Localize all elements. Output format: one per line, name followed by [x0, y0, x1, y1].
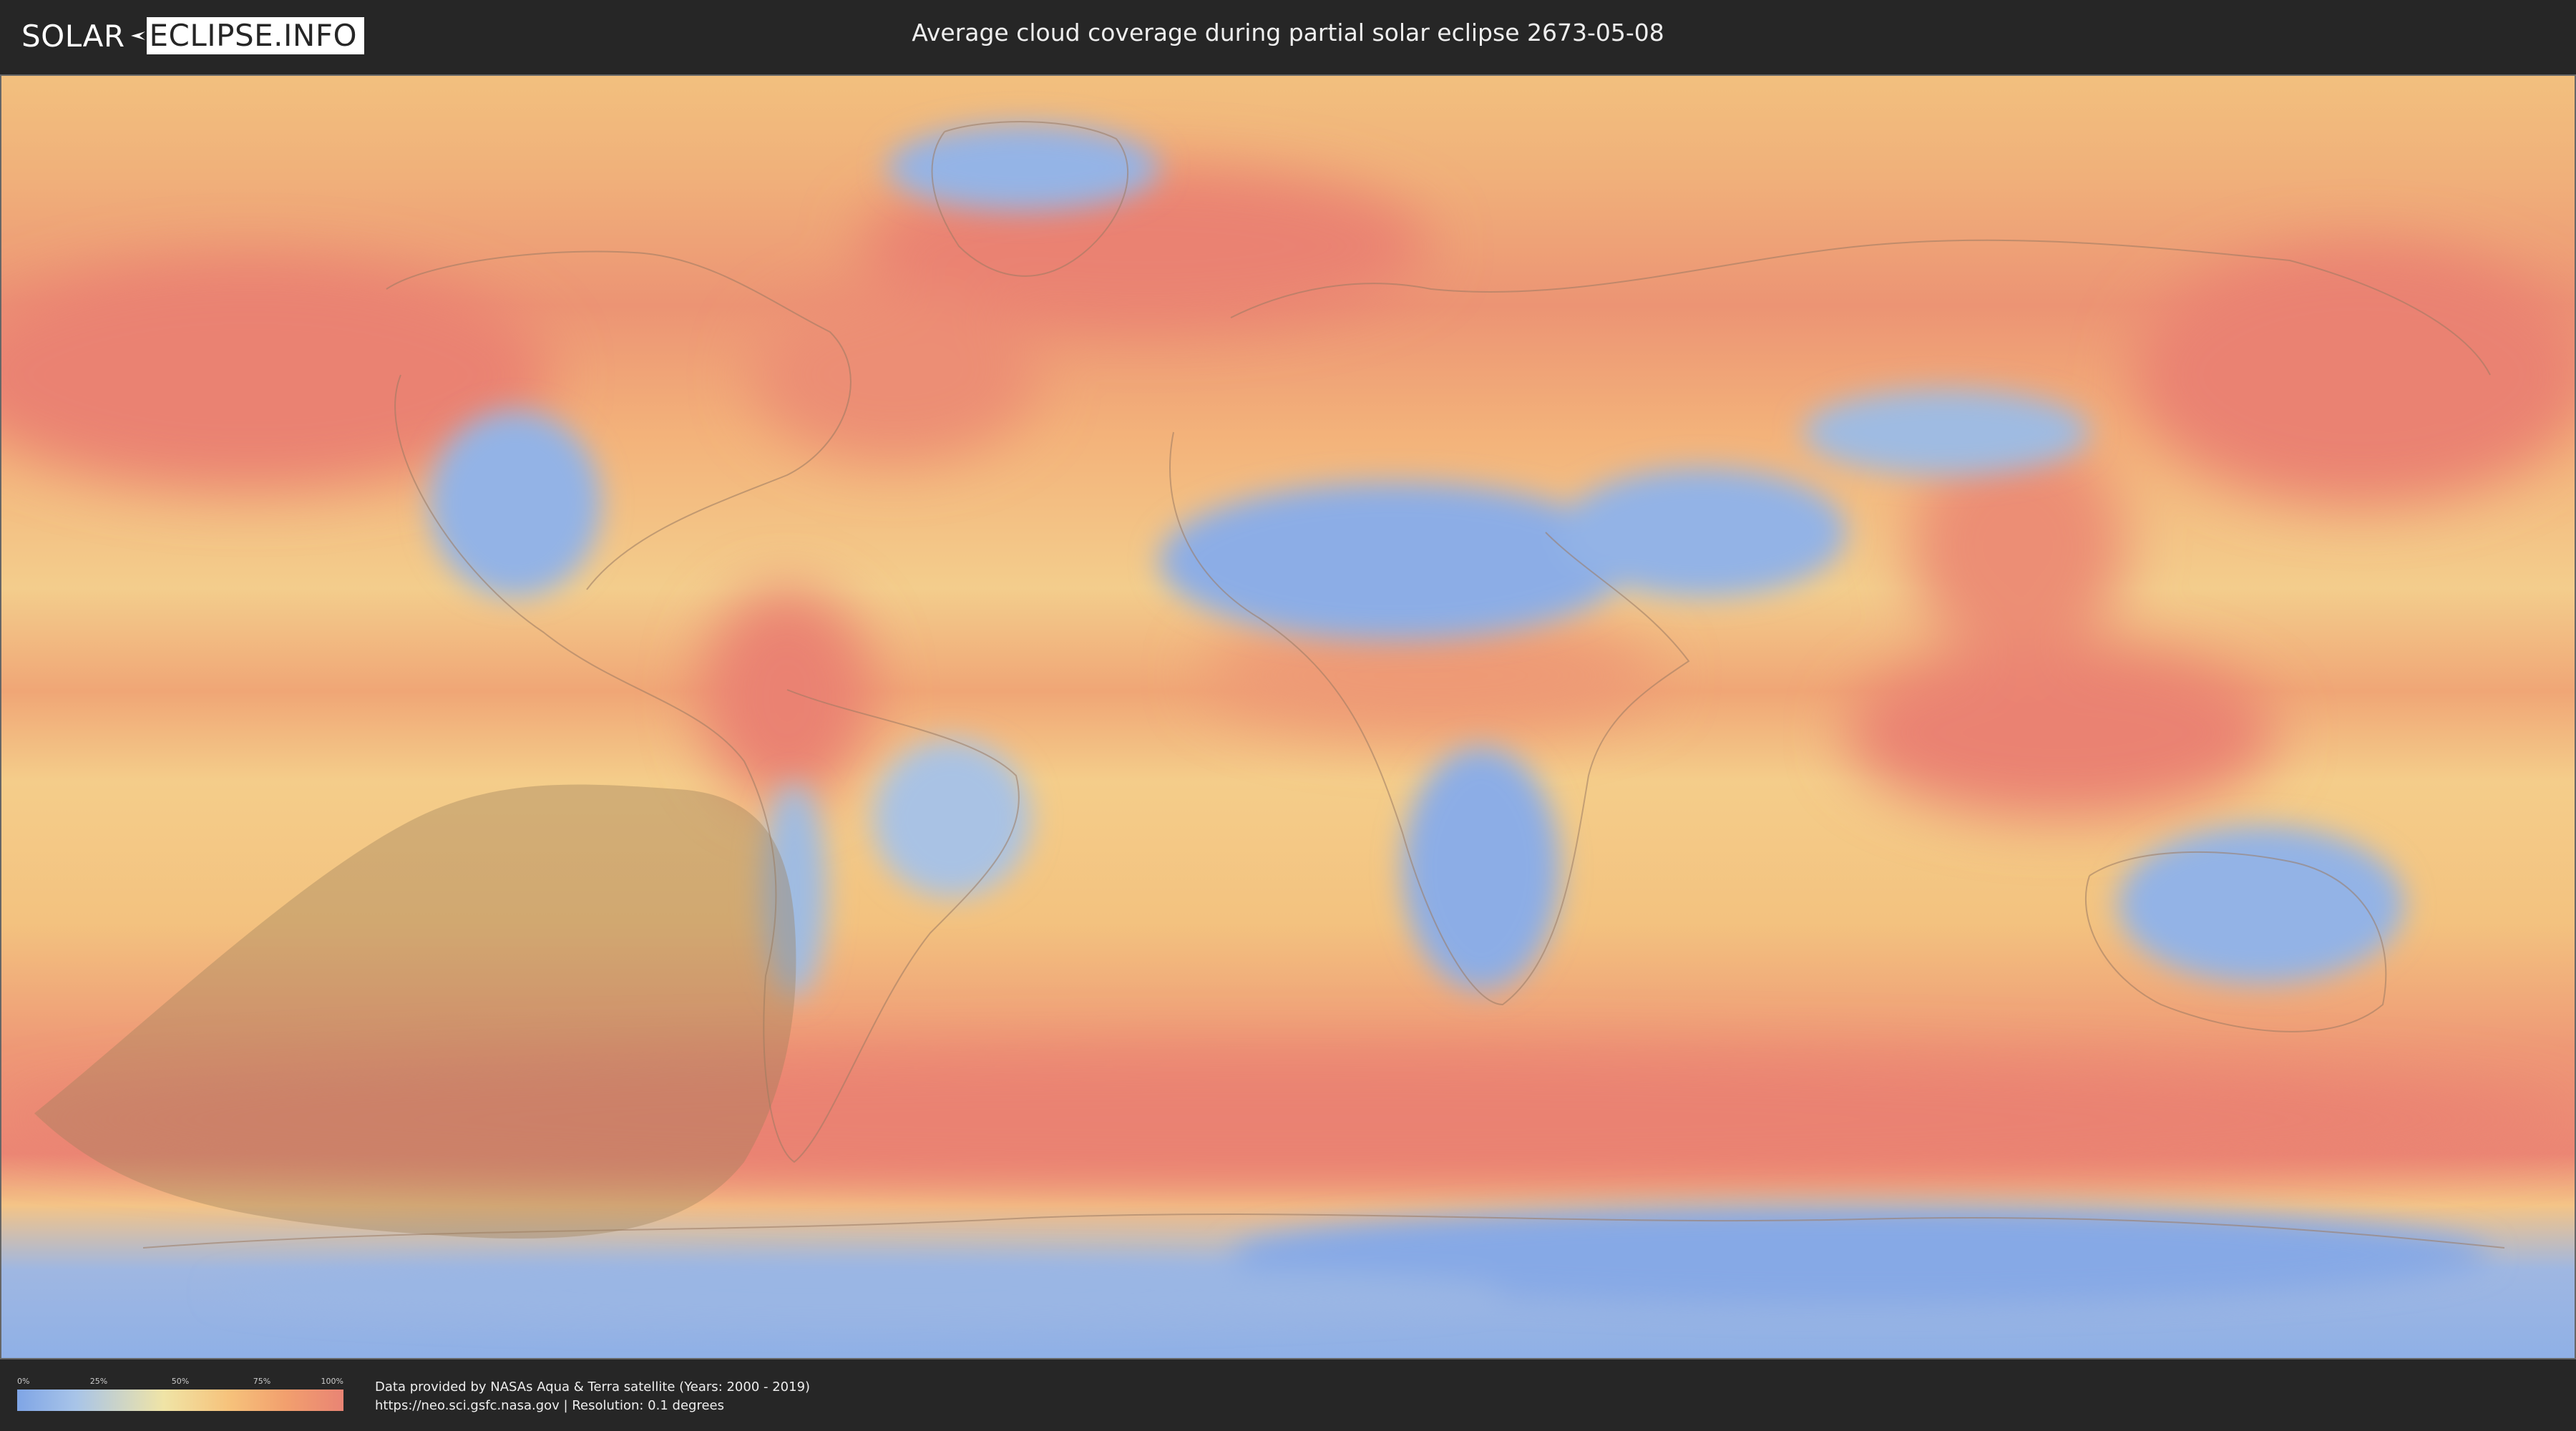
- legend-tick-50: 50%: [171, 1377, 190, 1386]
- cloud-coverage-map[interactable]: [0, 74, 2576, 1359]
- credits-line-source: Data provided by NASAs Aqua & Terra sate…: [375, 1379, 811, 1395]
- page-title: Average cloud coverage during partial so…: [912, 19, 1664, 47]
- cloud-coverage-legend: 0% 25% 50% 75% 100%: [17, 1377, 343, 1411]
- legend-ticks: 0% 25% 50% 75% 100%: [17, 1377, 343, 1387]
- credits-line-url[interactable]: https://neo.sci.gsfc.nasa.gov | Resoluti…: [375, 1397, 810, 1415]
- legend-tick-25: 25%: [89, 1377, 108, 1386]
- legend-tick-0: 0%: [17, 1377, 30, 1386]
- world-map-svg: [0, 74, 2576, 1359]
- legend-tick-100: 100%: [321, 1377, 343, 1386]
- legend-color-bar: [17, 1390, 343, 1411]
- legend-tick-75: 75%: [253, 1377, 271, 1386]
- data-credits: Data provided by NASAs Aqua & Terra sate…: [375, 1378, 810, 1415]
- header-bar: SOLAR ECLIPSE.INFO Average cloud coverag…: [0, 0, 2576, 72]
